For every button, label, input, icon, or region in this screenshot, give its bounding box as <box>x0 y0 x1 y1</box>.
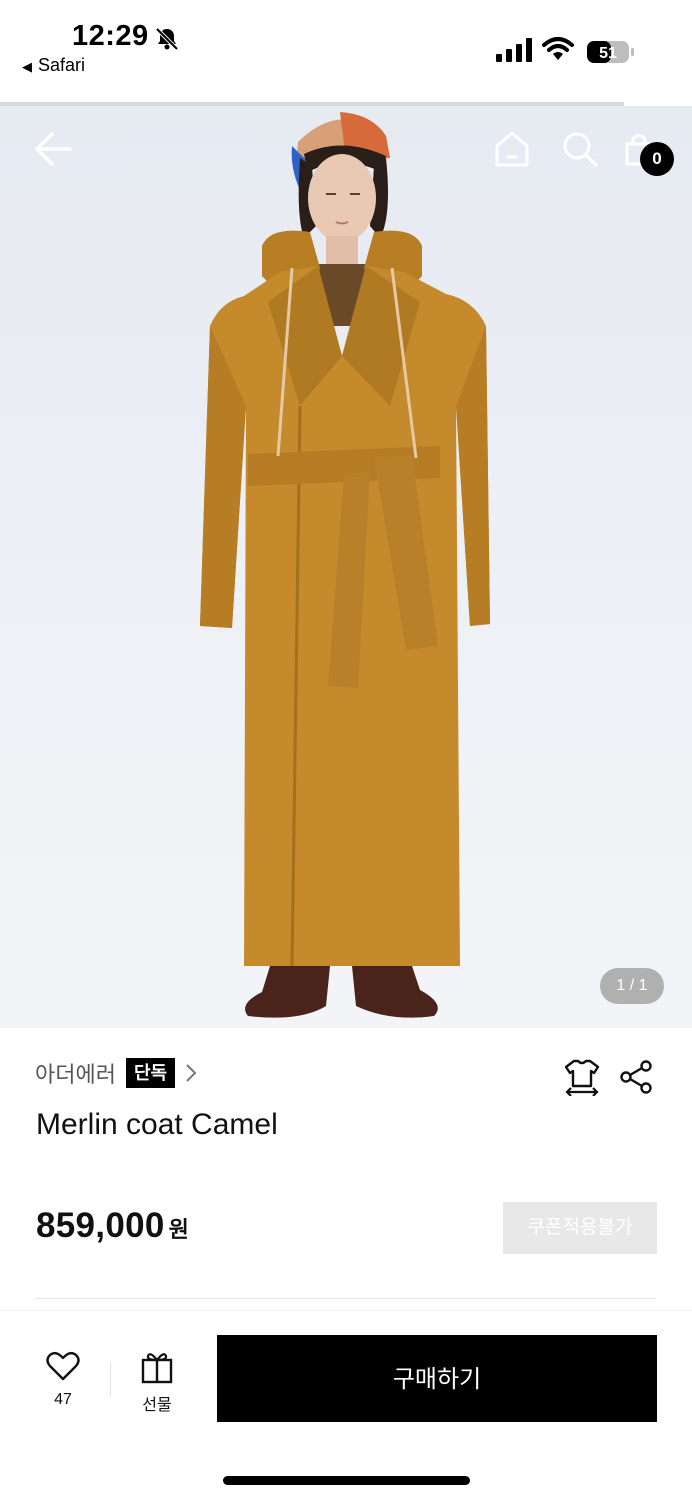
home-indicator[interactable] <box>223 1476 470 1485</box>
image-pager-indicator: 1 / 1 <box>600 968 664 1004</box>
gift-icon <box>141 1353 173 1384</box>
back-triangle-icon: ◀ <box>22 59 32 74</box>
back-arrow-icon[interactable] <box>32 130 74 168</box>
gift-button[interactable]: 선물 <box>134 1350 180 1415</box>
status-bar: 12:29 ◀ Safari 51 <box>0 0 692 106</box>
action-separator <box>110 1362 111 1396</box>
price-value: 859,000 <box>36 1206 165 1245</box>
wifi-icon <box>542 37 574 60</box>
gift-label: 선물 <box>142 1397 172 1414</box>
bell-muted-icon <box>155 27 179 51</box>
product-photo <box>200 112 490 1018</box>
size-guide-icon[interactable] <box>564 1058 600 1096</box>
brand-link[interactable]: 아더에러 단독 <box>35 1056 197 1090</box>
like-count: 47 <box>54 1391 72 1408</box>
cellular-signal-icon <box>496 38 532 62</box>
price-currency: 원 <box>168 1217 190 1242</box>
status-time: 12:29 <box>72 20 149 52</box>
search-icon[interactable] <box>562 130 598 168</box>
heart-icon <box>46 1351 80 1381</box>
chevron-right-icon <box>186 1064 197 1082</box>
battery-icon: 51 <box>587 41 634 63</box>
exclusive-badge: 단독 <box>125 1058 176 1088</box>
product-image-gallery[interactable]: 0 1 / 1 <box>0 106 692 1028</box>
back-app-label: Safari <box>38 55 86 75</box>
battery-level: 51 <box>599 45 617 62</box>
cart-count-badge[interactable]: 0 <box>640 142 674 176</box>
back-to-safari-link[interactable]: ◀ Safari <box>22 55 85 76</box>
share-icon[interactable] <box>618 1060 654 1094</box>
home-icon[interactable] <box>494 130 530 168</box>
product-title: Merlin coat Camel <box>36 1108 278 1141</box>
brand-name: 아더에러 <box>35 1062 116 1087</box>
product-price: 859,000 원 <box>36 1206 189 1246</box>
divider <box>35 1298 656 1299</box>
buy-button[interactable]: 구매하기 <box>217 1335 657 1422</box>
coupon-unavailable-button: 쿠폰적용불가 <box>503 1202 657 1254</box>
like-button[interactable]: 47 <box>40 1350 86 1409</box>
